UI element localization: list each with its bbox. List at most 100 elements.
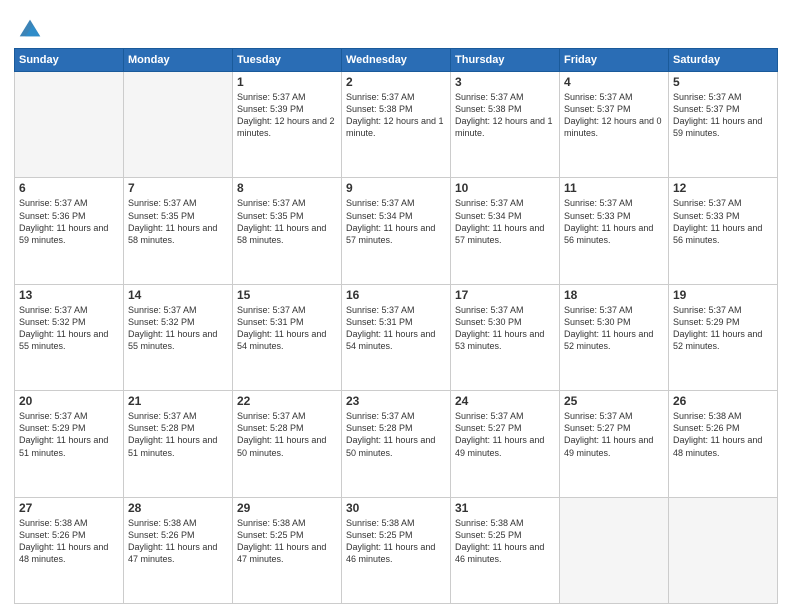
day-info: Sunrise: 5:37 AMSunset: 5:27 PMDaylight:…: [564, 410, 664, 459]
day-cell: 11Sunrise: 5:37 AMSunset: 5:33 PMDayligh…: [560, 178, 669, 284]
day-info: Sunrise: 5:38 AMSunset: 5:25 PMDaylight:…: [455, 517, 555, 566]
day-number: 28: [128, 501, 228, 515]
day-cell: 2 Sunrise: 5:37 AMSunset: 5:38 PMDaylight…: [342, 72, 451, 178]
day-number: 2: [346, 75, 446, 89]
day-cell: 17Sunrise: 5:37 AMSunset: 5:30 PMDayligh…: [451, 284, 560, 390]
day-info: Sunrise: 5:37 AMSunset: 5:29 PMDaylight:…: [19, 410, 119, 459]
day-number: 18: [564, 288, 664, 302]
day-number: 14: [128, 288, 228, 302]
week-row-5: 27 Sunrise: 5:38 AMSunset: 5:26 PMDayligh…: [15, 497, 778, 603]
day-cell: [560, 497, 669, 603]
day-number: 29: [237, 501, 337, 515]
day-number: 31: [455, 501, 555, 515]
day-number: 24: [455, 394, 555, 408]
week-row-3: 13 Sunrise: 5:37 AMSunset: 5:32 PMDayligh…: [15, 284, 778, 390]
column-header-friday: Friday: [560, 49, 669, 72]
day-cell: 30 Sunrise: 5:38 AMSunset: 5:25 PMDayligh…: [342, 497, 451, 603]
day-info: Sunrise: 5:37 AMSunset: 5:28 PMDaylight:…: [346, 410, 446, 459]
day-cell: 10Sunrise: 5:37 AMSunset: 5:34 PMDayligh…: [451, 178, 560, 284]
day-cell: 6 Sunrise: 5:37 AMSunset: 5:36 PMDaylight…: [15, 178, 124, 284]
day-cell: 28 Sunrise: 5:38 AMSunset: 5:26 PMDayligh…: [124, 497, 233, 603]
day-info: Sunrise: 5:38 AMSunset: 5:25 PMDaylight:…: [346, 517, 446, 566]
day-info: Sunrise: 5:37 AMSunset: 5:37 PMDaylight:…: [564, 91, 664, 140]
day-cell: 24 Sunrise: 5:37 AMSunset: 5:27 PMDayligh…: [451, 391, 560, 497]
day-cell: 5 Sunrise: 5:37 AMSunset: 5:37 PMDaylight…: [669, 72, 778, 178]
week-row-4: 20 Sunrise: 5:37 AMSunset: 5:29 PMDayligh…: [15, 391, 778, 497]
day-info: Sunrise: 5:37 AMSunset: 5:28 PMDaylight:…: [128, 410, 228, 459]
day-number: 26: [673, 394, 773, 408]
day-info: Sunrise: 5:37 AMSunset: 5:29 PMDaylight:…: [673, 304, 773, 353]
day-cell: 20 Sunrise: 5:37 AMSunset: 5:29 PMDayligh…: [15, 391, 124, 497]
day-cell: 8 Sunrise: 5:37 AMSunset: 5:35 PMDaylight…: [233, 178, 342, 284]
day-cell: [669, 497, 778, 603]
day-info: Sunrise: 5:37 AMSunset: 5:30 PMDaylight:…: [564, 304, 664, 353]
day-info: Sunrise: 5:37 AMSunset: 5:31 PMDaylight:…: [346, 304, 446, 353]
day-number: 25: [564, 394, 664, 408]
day-info: Sunrise: 5:37 AMSunset: 5:38 PMDaylight:…: [455, 91, 555, 140]
day-info: Sunrise: 5:38 AMSunset: 5:25 PMDaylight:…: [237, 517, 337, 566]
day-info: Sunrise: 5:38 AMSunset: 5:26 PMDaylight:…: [673, 410, 773, 459]
day-info: Sunrise: 5:37 AMSunset: 5:34 PMDaylight:…: [346, 197, 446, 246]
day-info: Sunrise: 5:37 AMSunset: 5:33 PMDaylight:…: [673, 197, 773, 246]
column-header-thursday: Thursday: [451, 49, 560, 72]
day-info: Sunrise: 5:37 AMSunset: 5:32 PMDaylight:…: [128, 304, 228, 353]
day-info: Sunrise: 5:37 AMSunset: 5:28 PMDaylight:…: [237, 410, 337, 459]
day-number: 5: [673, 75, 773, 89]
logo-icon: [16, 14, 44, 42]
day-number: 22: [237, 394, 337, 408]
day-info: Sunrise: 5:38 AMSunset: 5:26 PMDaylight:…: [128, 517, 228, 566]
column-header-saturday: Saturday: [669, 49, 778, 72]
day-cell: [124, 72, 233, 178]
day-number: 19: [673, 288, 773, 302]
day-cell: 19 Sunrise: 5:37 AMSunset: 5:29 PMDayligh…: [669, 284, 778, 390]
day-number: 17: [455, 288, 555, 302]
day-cell: 4 Sunrise: 5:37 AMSunset: 5:37 PMDaylight…: [560, 72, 669, 178]
day-cell: 9Sunrise: 5:37 AMSunset: 5:34 PMDaylight…: [342, 178, 451, 284]
logo: [14, 14, 44, 42]
day-info: Sunrise: 5:37 AMSunset: 5:38 PMDaylight:…: [346, 91, 446, 140]
day-number: 20: [19, 394, 119, 408]
day-number: 3: [455, 75, 555, 89]
day-info: Sunrise: 5:37 AMSunset: 5:39 PMDaylight:…: [237, 91, 337, 140]
day-cell: 13 Sunrise: 5:37 AMSunset: 5:32 PMDayligh…: [15, 284, 124, 390]
column-header-tuesday: Tuesday: [233, 49, 342, 72]
day-number: 10: [455, 181, 555, 195]
day-info: Sunrise: 5:37 AMSunset: 5:35 PMDaylight:…: [237, 197, 337, 246]
day-cell: 3 Sunrise: 5:37 AMSunset: 5:38 PMDaylight…: [451, 72, 560, 178]
day-number: 1: [237, 75, 337, 89]
day-number: 16: [346, 288, 446, 302]
day-cell: 31 Sunrise: 5:38 AMSunset: 5:25 PMDayligh…: [451, 497, 560, 603]
day-cell: 29 Sunrise: 5:38 AMSunset: 5:25 PMDayligh…: [233, 497, 342, 603]
day-cell: 18 Sunrise: 5:37 AMSunset: 5:30 PMDayligh…: [560, 284, 669, 390]
day-number: 30: [346, 501, 446, 515]
day-info: Sunrise: 5:37 AMSunset: 5:36 PMDaylight:…: [19, 197, 119, 246]
day-number: 12: [673, 181, 773, 195]
day-number: 4: [564, 75, 664, 89]
column-header-wednesday: Wednesday: [342, 49, 451, 72]
week-row-2: 6 Sunrise: 5:37 AMSunset: 5:36 PMDaylight…: [15, 178, 778, 284]
day-info: Sunrise: 5:37 AMSunset: 5:27 PMDaylight:…: [455, 410, 555, 459]
day-info: Sunrise: 5:37 AMSunset: 5:32 PMDaylight:…: [19, 304, 119, 353]
day-number: 6: [19, 181, 119, 195]
day-cell: 21 Sunrise: 5:37 AMSunset: 5:28 PMDayligh…: [124, 391, 233, 497]
day-number: 15: [237, 288, 337, 302]
day-cell: 22 Sunrise: 5:37 AMSunset: 5:28 PMDayligh…: [233, 391, 342, 497]
day-info: Sunrise: 5:37 AMSunset: 5:33 PMDaylight:…: [564, 197, 664, 246]
day-info: Sunrise: 5:38 AMSunset: 5:26 PMDaylight:…: [19, 517, 119, 566]
day-number: 8: [237, 181, 337, 195]
day-cell: 15 Sunrise: 5:37 AMSunset: 5:31 PMDayligh…: [233, 284, 342, 390]
day-number: 13: [19, 288, 119, 302]
day-number: 23: [346, 394, 446, 408]
day-number: 27: [19, 501, 119, 515]
day-cell: 27 Sunrise: 5:38 AMSunset: 5:26 PMDayligh…: [15, 497, 124, 603]
day-info: Sunrise: 5:37 AMSunset: 5:37 PMDaylight:…: [673, 91, 773, 140]
day-info: Sunrise: 5:37 AMSunset: 5:35 PMDaylight:…: [128, 197, 228, 246]
column-header-sunday: Sunday: [15, 49, 124, 72]
day-number: 7: [128, 181, 228, 195]
day-number: 21: [128, 394, 228, 408]
day-cell: 16 Sunrise: 5:37 AMSunset: 5:31 PMDayligh…: [342, 284, 451, 390]
calendar-table: SundayMondayTuesdayWednesdayThursdayFrid…: [14, 48, 778, 604]
calendar-header-row: SundayMondayTuesdayWednesdayThursdayFrid…: [15, 49, 778, 72]
day-info: Sunrise: 5:37 AMSunset: 5:31 PMDaylight:…: [237, 304, 337, 353]
day-cell: [15, 72, 124, 178]
